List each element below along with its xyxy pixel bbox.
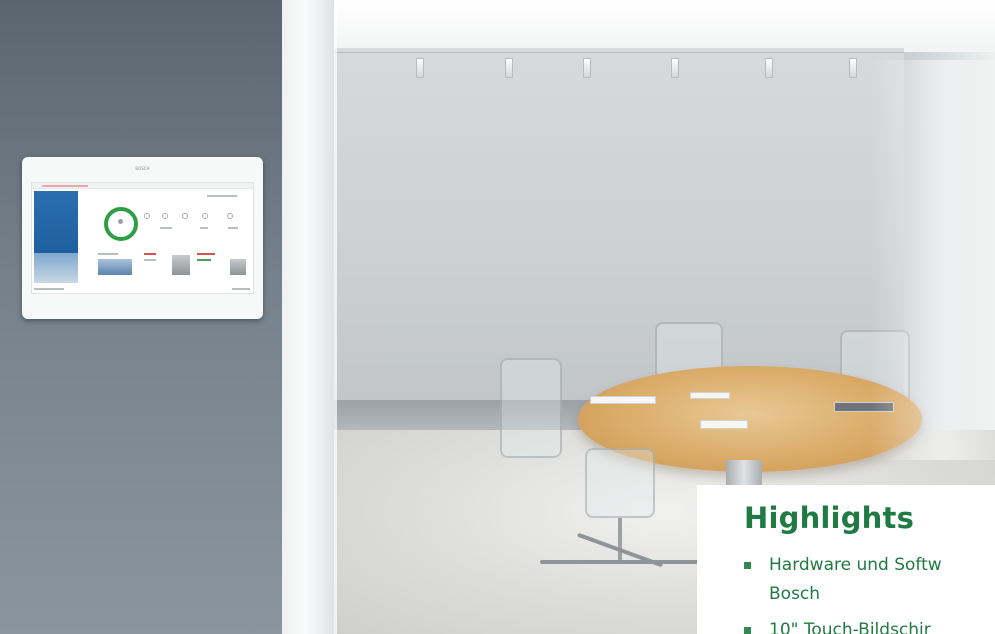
tablet-screen[interactable] [31, 182, 254, 294]
ceiling-spotlight [849, 58, 857, 78]
mini-status-icon [144, 213, 150, 219]
screen-hero-image [34, 253, 78, 283]
bullet-icon [744, 627, 751, 634]
wall-tablet: BOSCH [22, 157, 263, 319]
screen-footer-text [34, 288, 64, 290]
highlight-text: Bosch [769, 584, 821, 604]
room-thumbnail[interactable] [98, 259, 132, 275]
ceiling-spotlight [583, 58, 591, 78]
glass-chair [585, 448, 655, 518]
window-glare [870, 60, 995, 460]
device-thumbnail[interactable] [230, 259, 246, 275]
table-leg [726, 460, 762, 488]
bullet-icon [744, 562, 751, 569]
chair-post [618, 518, 622, 562]
mini-label [144, 253, 156, 255]
mini-label [197, 259, 211, 261]
chair-base [540, 560, 700, 564]
ceiling-spotlight [765, 58, 773, 78]
mini-status-icon [182, 213, 188, 219]
mini-label [144, 259, 156, 261]
room-baseboard [334, 400, 614, 432]
ceiling-spotlight [671, 58, 679, 78]
screen-header-text [207, 195, 237, 197]
glass-chair [500, 358, 562, 458]
glass-edge [334, 0, 337, 634]
document-on-table [700, 420, 748, 429]
door-frame [282, 0, 334, 634]
mini-label [197, 253, 215, 255]
mini-label [98, 253, 118, 255]
device-thumbnail[interactable] [172, 255, 190, 275]
status-strip [42, 185, 88, 187]
mini-label [228, 227, 238, 229]
ceiling-spotlight [505, 58, 513, 78]
screen-footer-text [232, 288, 250, 290]
availability-ring-icon[interactable] [104, 207, 138, 241]
screen-topbar [32, 183, 253, 189]
mini-label [200, 227, 208, 229]
highlight-text: Hardware und Softw [769, 555, 942, 575]
ceiling [334, 0, 995, 52]
ceiling-spotlight [416, 58, 424, 78]
mini-status-icon [202, 213, 208, 219]
light-rail [334, 48, 904, 53]
highlights-title: Highlights [744, 501, 915, 535]
document-on-table [690, 392, 730, 399]
document-on-table [590, 396, 656, 404]
highlights-card: Highlights Hardware und Softw Bosch 10" … [697, 485, 995, 634]
highlight-text: 10" Touch-Bildschir [769, 620, 931, 634]
availability-dot-icon [118, 219, 123, 224]
mini-status-icon [227, 213, 233, 219]
brand-logo: BOSCH [135, 166, 150, 171]
mini-label [160, 227, 172, 229]
mini-status-icon [162, 213, 168, 219]
